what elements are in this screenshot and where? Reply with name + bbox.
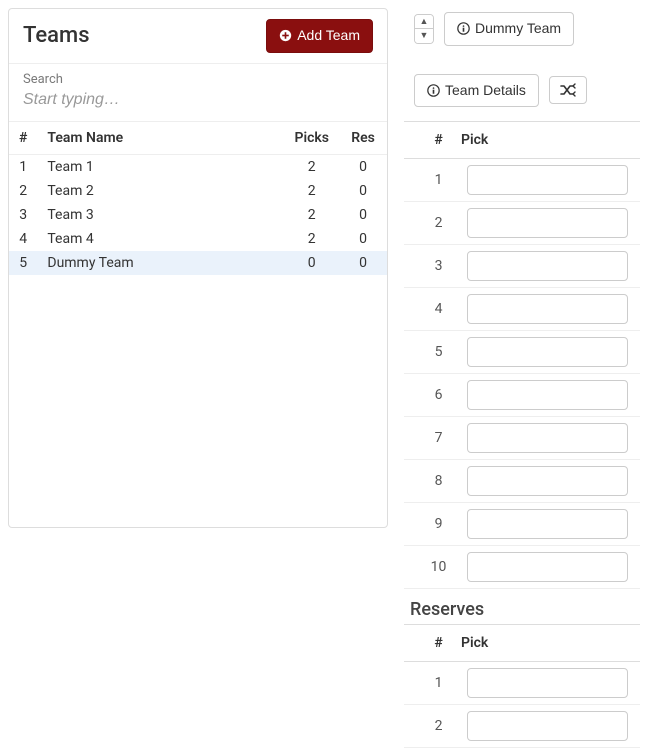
pick-row: 9 bbox=[404, 503, 640, 546]
col-name-header: Team Name bbox=[37, 122, 284, 155]
row-num: 2 bbox=[9, 179, 37, 203]
plus-circle-icon bbox=[279, 29, 292, 42]
pick-row-num: 6 bbox=[416, 387, 461, 403]
pick-row: 8 bbox=[404, 460, 640, 503]
info-circle-icon bbox=[427, 84, 440, 97]
row-res: 0 bbox=[339, 227, 387, 251]
table-row[interactable]: 2Team 220 bbox=[9, 179, 387, 203]
reserves-header-pick: Pick bbox=[461, 635, 628, 651]
pick-input[interactable] bbox=[467, 337, 628, 367]
pick-row-num: 10 bbox=[416, 559, 461, 575]
pick-input[interactable] bbox=[467, 380, 628, 410]
table-row[interactable]: 1Team 120 bbox=[9, 154, 387, 179]
row-res: 0 bbox=[339, 179, 387, 203]
row-res: 0 bbox=[339, 251, 387, 275]
pick-row: 2 bbox=[404, 202, 640, 245]
teams-title: Teams bbox=[23, 23, 90, 48]
spinner-up-button[interactable]: ▲ bbox=[415, 15, 433, 29]
pick-row-num: 5 bbox=[416, 344, 461, 360]
spinner-down-button[interactable]: ▼ bbox=[415, 29, 433, 43]
reserves-header: # Pick bbox=[404, 625, 640, 662]
shuffle-button[interactable] bbox=[549, 76, 587, 104]
pick-row: 3 bbox=[404, 245, 640, 288]
reserves-header-num: # bbox=[416, 635, 461, 651]
row-picks: 2 bbox=[284, 227, 339, 251]
row-picks: 2 bbox=[284, 179, 339, 203]
row-name: Team 3 bbox=[37, 203, 284, 227]
col-num-header: # bbox=[9, 122, 37, 155]
teams-table-header: # Team Name Picks Res bbox=[9, 122, 387, 155]
row-num: 5 bbox=[9, 251, 37, 275]
table-row[interactable]: 4Team 420 bbox=[9, 227, 387, 251]
table-row[interactable]: 3Team 320 bbox=[9, 203, 387, 227]
pick-row-num: 4 bbox=[416, 301, 461, 317]
pick-row: 6 bbox=[404, 374, 640, 417]
row-num: 3 bbox=[9, 203, 37, 227]
picks-section: # Pick 1 2 3 4 5 6 7 8 9 10 bbox=[404, 121, 640, 589]
pick-row: 5 bbox=[404, 331, 640, 374]
row-name: Dummy Team bbox=[37, 251, 284, 275]
row-name: Team 2 bbox=[37, 179, 284, 203]
col-picks-header: Picks bbox=[284, 122, 339, 155]
picks-header-num: # bbox=[416, 132, 461, 148]
reserve-row-num: 1 bbox=[416, 675, 461, 691]
row-name: Team 1 bbox=[37, 154, 284, 179]
reserve-row: 1 bbox=[404, 662, 640, 705]
current-team-button[interactable]: Dummy Team bbox=[444, 12, 574, 46]
add-team-button[interactable]: Add Team bbox=[266, 19, 373, 53]
reserves-title: Reserves bbox=[404, 589, 640, 624]
row-name: Team 4 bbox=[37, 227, 284, 251]
row-picks: 2 bbox=[284, 203, 339, 227]
detail-actions-row: Team Details bbox=[404, 70, 640, 112]
info-circle-icon bbox=[457, 22, 470, 35]
picks-header-pick: Pick bbox=[461, 132, 628, 148]
order-spinner: ▲ ▼ bbox=[414, 14, 434, 44]
pick-row: 10 bbox=[404, 546, 640, 589]
pick-row-num: 8 bbox=[416, 473, 461, 489]
search-input[interactable] bbox=[23, 89, 373, 111]
col-res-header: Res bbox=[339, 122, 387, 155]
pick-row-num: 9 bbox=[416, 516, 461, 532]
row-num: 4 bbox=[9, 227, 37, 251]
pick-row: 7 bbox=[404, 417, 640, 460]
teams-panel: Teams Add Team Search # Team Name Picks … bbox=[8, 8, 388, 528]
teams-panel-header: Teams Add Team bbox=[9, 9, 387, 64]
team-details-button[interactable]: Team Details bbox=[414, 74, 539, 108]
detail-top-row: ▲ ▼ Dummy Team bbox=[404, 8, 640, 50]
row-num: 1 bbox=[9, 154, 37, 179]
row-res: 0 bbox=[339, 154, 387, 179]
add-team-label: Add Team bbox=[297, 26, 360, 46]
teams-table: # Team Name Picks Res 1Team 1202Team 220… bbox=[9, 122, 387, 275]
search-label: Search bbox=[23, 72, 373, 87]
picks-header: # Pick bbox=[404, 122, 640, 159]
pick-input[interactable] bbox=[467, 509, 628, 539]
team-details-label: Team Details bbox=[445, 81, 526, 101]
reserve-row-num: 2 bbox=[416, 718, 461, 734]
pick-input[interactable] bbox=[467, 552, 628, 582]
reserves-section: # Pick 1 2 bbox=[404, 624, 640, 748]
pick-input[interactable] bbox=[467, 294, 628, 324]
shuffle-icon bbox=[560, 83, 576, 97]
pick-row-num: 3 bbox=[416, 258, 461, 274]
search-block: Search bbox=[9, 64, 387, 122]
pick-row-num: 1 bbox=[416, 172, 461, 188]
row-picks: 2 bbox=[284, 154, 339, 179]
pick-input[interactable] bbox=[467, 165, 628, 195]
pick-row-num: 2 bbox=[416, 215, 461, 231]
pick-row-num: 7 bbox=[416, 430, 461, 446]
row-res: 0 bbox=[339, 203, 387, 227]
table-row[interactable]: 5Dummy Team00 bbox=[9, 251, 387, 275]
current-team-label: Dummy Team bbox=[475, 19, 561, 39]
row-picks: 0 bbox=[284, 251, 339, 275]
reserve-row: 2 bbox=[404, 705, 640, 748]
team-detail-panel: ▲ ▼ Dummy Team Team Details bbox=[404, 8, 640, 748]
pick-input[interactable] bbox=[467, 466, 628, 496]
pick-row: 1 bbox=[404, 159, 640, 202]
pick-input[interactable] bbox=[467, 208, 628, 238]
pick-input[interactable] bbox=[467, 251, 628, 281]
pick-input[interactable] bbox=[467, 423, 628, 453]
reserve-input[interactable] bbox=[467, 711, 628, 741]
pick-row: 4 bbox=[404, 288, 640, 331]
